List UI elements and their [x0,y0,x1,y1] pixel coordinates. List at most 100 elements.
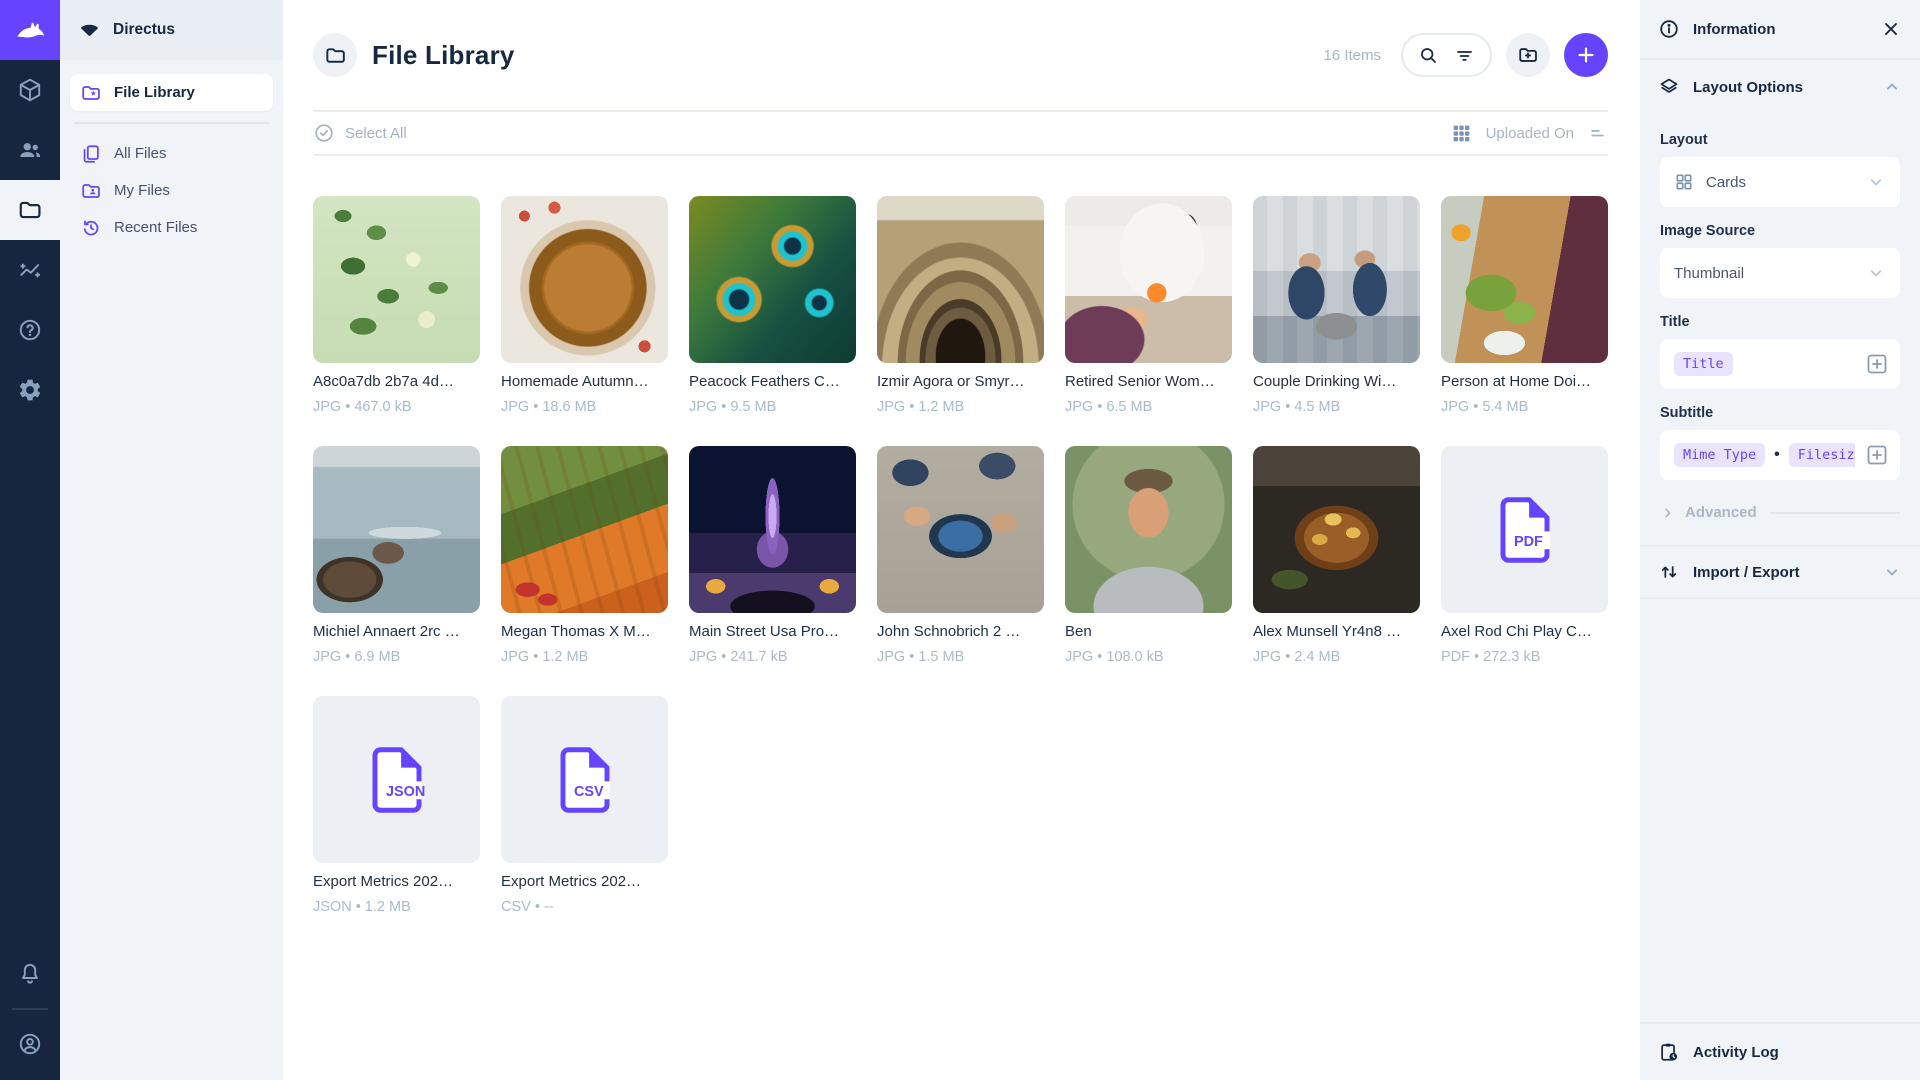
file-card[interactable]: Alex Munsell Yr4n8 … JPG • 2.4 MB [1253,446,1420,667]
file-card[interactable]: A8c0a7db 2b7a 4d… JPG • 467.0 kB [313,196,480,417]
activity-log-button[interactable]: Activity Log [1640,1022,1920,1080]
file-card[interactable]: Retired Senior Wom… JPG • 6.5 MB [1065,196,1232,417]
filter-button[interactable] [1454,45,1475,66]
file-card[interactable]: Peacock Feathers C… JPG • 9.5 MB [689,196,856,417]
nav-item-recent-files[interactable]: Recent Files [70,209,273,246]
file-meta: PDF • 272.3 kB [1441,647,1608,667]
image-source-select-value: Thumbnail [1674,265,1744,282]
file-card[interactable]: CSV Export Metrics 202… CSV • -- [501,696,668,917]
folder-icon [324,44,347,67]
chevron-down-icon [1882,562,1902,582]
sort-field-button[interactable]: Uploaded On [1486,125,1574,142]
sort-direction-button[interactable] [1588,123,1608,143]
file-thumbnail [1253,446,1420,613]
subtitle-mime-type-tag[interactable]: Mime Type [1674,443,1765,467]
file-meta: JPG • 1.5 MB [877,647,1044,667]
layout-options-accordion[interactable]: Layout Options [1640,60,1920,114]
user-menu-button[interactable] [0,1014,60,1074]
file-card[interactable]: Main Street Usa Pro… JPG • 241.7 kB [689,446,856,667]
new-folder-button[interactable] [1506,33,1550,77]
nav-item-file-library[interactable]: File Library [70,74,273,111]
settings-gear-icon [17,377,43,403]
check-circle-icon [313,122,335,144]
title-field-input[interactable]: Title [1660,339,1900,389]
title-add-field-button[interactable] [1864,351,1890,377]
advanced-divider [1770,512,1900,514]
info-icon [1658,18,1680,40]
file-meta: JPG • 467.0 kB [313,397,480,417]
project-name: Directus [113,21,175,39]
file-meta: CSV • -- [501,897,668,917]
title-tag-row: Title [1674,352,1855,376]
file-thumbnail [1065,446,1232,613]
file-title: Megan Thomas X M… [501,622,668,642]
header-actions: 16 Items [1323,33,1608,77]
file-meta: JPG • 1.2 MB [501,647,668,667]
layout-select[interactable]: Cards [1660,157,1900,207]
module-bar-spacer [0,420,60,944]
file-title: A8c0a7db 2b7a 4d… [313,372,480,392]
subtitle-filesize-tag[interactable]: Filesize [1789,443,1855,467]
file-card[interactable]: Couple Drinking Wi… JPG • 4.5 MB [1253,196,1420,417]
search-button[interactable] [1418,45,1439,66]
file-title: Homemade Autumn… [501,372,668,392]
select-all-button[interactable]: Select All [313,122,407,144]
advanced-toggle[interactable]: Advanced [1660,504,1900,521]
chevron-right-icon [1660,505,1676,521]
image-source-select[interactable]: Thumbnail [1660,248,1900,298]
help-module-button[interactable] [0,300,60,360]
subtitle-field-label: Subtitle [1660,405,1900,421]
nav-list: File Library All Files My Files Recent F… [60,60,283,246]
file-card[interactable]: Homemade Autumn… JPG • 18.6 MB [501,196,668,417]
file-card[interactable]: John Schnobrich 2 … JPG • 1.5 MB [877,446,1044,667]
file-meta: JPG • 18.6 MB [501,397,668,417]
file-card[interactable]: Person at Home Doi… JPG • 5.4 MB [1441,196,1608,417]
activity-log-icon [1658,1041,1680,1063]
chevron-down-icon [1866,172,1886,192]
add-box-icon [1865,443,1889,467]
csv-file-icon: CSV [557,747,613,813]
subtitle-field-input[interactable]: Mime Type • Filesize [1660,430,1900,480]
title-field-tag[interactable]: Title [1674,352,1733,376]
file-thumbnail: CSV [501,696,668,863]
nav-sidebar: Directus File Library All Files My Files… [60,0,283,1080]
import-export-accordion[interactable]: Import / Export [1640,545,1920,599]
file-thumbnail [313,446,480,613]
layout-options-body: Layout Cards Image Source Thumbnail Titl… [1640,114,1920,521]
file-card[interactable]: Ben JPG • 108.0 kB [1065,446,1232,667]
close-sidebar-button[interactable] [1880,18,1902,40]
notifications-button[interactable] [0,944,60,1004]
users-module-button[interactable] [0,120,60,180]
file-thumbnail [877,446,1044,613]
nav-item-my-files[interactable]: My Files [70,172,273,209]
add-file-button[interactable] [1564,33,1608,77]
history-clock-icon [80,217,102,239]
file-meta: JPG • 108.0 kB [1065,647,1232,667]
nav-item-label: Recent Files [114,219,197,236]
project-switcher[interactable]: Directus [60,0,283,60]
file-card[interactable]: JSON Export Metrics 202… JSON • 1.2 MB [313,696,480,917]
info-sidebar-title: Information [1693,21,1776,38]
file-card[interactable]: PDF Axel Rod Chi Play C… PDF • 272.3 kB [1441,446,1608,667]
subtitle-add-field-button[interactable] [1864,442,1890,468]
sort-descending-icon [1588,123,1608,143]
file-card[interactable]: Megan Thomas X M… JPG • 1.2 MB [501,446,668,667]
layers-icon [1658,76,1680,98]
directus-logo-button[interactable] [0,0,60,60]
files-module-button[interactable] [0,180,60,240]
nav-item-label: My Files [114,182,170,199]
file-title: Main Street Usa Pro… [689,622,856,642]
file-meta: JPG • 241.7 kB [689,647,856,667]
content-module-button[interactable] [0,60,60,120]
file-title: Izmir Agora or Smyr… [877,372,1044,392]
settings-module-button[interactable] [0,360,60,420]
insights-module-button[interactable] [0,240,60,300]
file-title: Michiel Annaert 2rc … [313,622,480,642]
nav-item-all-files[interactable]: All Files [70,135,273,172]
grid-view-button[interactable] [1451,123,1472,144]
layout-options-title: Layout Options [1693,79,1803,96]
file-card[interactable]: Michiel Annaert 2rc … JPG • 6.9 MB [313,446,480,667]
file-thumbnail [501,196,668,363]
file-copy-icon [80,143,102,165]
file-card[interactable]: Izmir Agora or Smyr… JPG • 1.2 MB [877,196,1044,417]
